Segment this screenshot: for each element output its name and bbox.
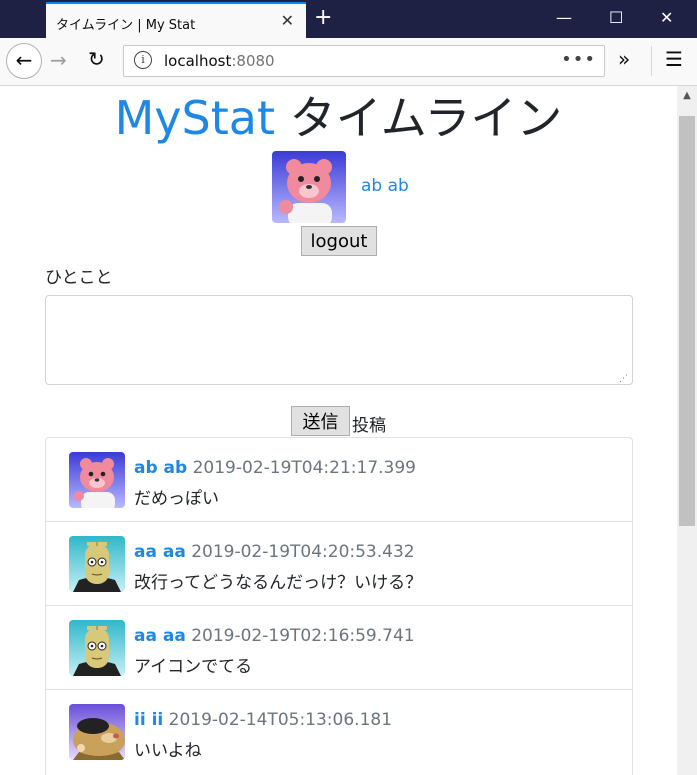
minimize-button[interactable]: —: [556, 8, 572, 28]
timeline-post: ab ab 2019-02-19T04:21:17.399 だめっぽい: [46, 438, 632, 522]
post-text: アイコンでてる: [134, 657, 253, 677]
url-bar[interactable]: i localhost:8080 •••: [123, 45, 605, 77]
send-button[interactable]: 送信: [291, 406, 350, 436]
post-text: いいよね: [134, 741, 202, 761]
overflow-menu-icon[interactable]: »: [618, 47, 630, 71]
toolbar-separator: [651, 46, 652, 76]
post-timestamp: 2019-02-19T04:21:17.399: [192, 458, 416, 478]
scroll-up-arrow-icon[interactable]: ▲: [677, 90, 697, 101]
window-titlebar: タイムライン | My Stat ✕ + — ☐ ✕: [0, 0, 697, 38]
navigation-toolbar: ← → ↻ i localhost:8080 ••• » ☰: [0, 38, 697, 86]
post-meta: ab ab 2019-02-19T04:21:17.399: [134, 458, 416, 478]
memo-label: ひとこと: [45, 268, 113, 288]
forward-button[interactable]: →: [50, 48, 67, 72]
back-arrow-icon: ←: [15, 48, 33, 72]
site-info-icon[interactable]: i: [134, 51, 152, 69]
pink-bear-icon: [69, 452, 125, 508]
profile-name-link[interactable]: ab ab: [361, 176, 409, 196]
tab-title: タイムライン | My Stat: [56, 18, 196, 33]
timeline-list: ab ab 2019-02-19T04:21:17.399 だめっぽい aa a…: [45, 437, 633, 775]
post-text: 改行ってどうなるんだっけ？いける？: [134, 573, 423, 593]
post-user-link[interactable]: ii ii: [134, 710, 163, 730]
page-actions-button[interactable]: •••: [561, 49, 596, 70]
post-meta: ii ii 2019-02-14T05:13:06.181: [134, 710, 392, 730]
page-title-text: タイムライン: [289, 91, 563, 145]
scrollbar-thumb[interactable]: [679, 116, 695, 526]
post-timestamp: 2019-02-19T02:16:59.741: [191, 626, 415, 646]
timeline-post: aa aa 2019-02-19T04:20:53.432 改行ってどうなるんだ…: [46, 522, 632, 606]
post-meta: aa aa 2019-02-19T02:16:59.741: [134, 626, 415, 646]
post-user-link[interactable]: ab ab: [134, 458, 187, 478]
timeline-post: aa aa 2019-02-19T02:16:59.741 アイコンでてる: [46, 606, 632, 690]
post-timestamp: 2019-02-19T04:20:53.432: [191, 542, 415, 562]
bald-man-icon: [69, 536, 125, 592]
post-timestamp: 2019-02-14T05:13:06.181: [168, 710, 393, 730]
post-text: だめっぽい: [134, 489, 219, 509]
post-meta: aa aa 2019-02-19T04:20:53.432: [134, 542, 415, 562]
page-content: MyStat タイムライン ab ab logout ひとこと ⋰ 送信 投稿: [0, 86, 677, 775]
hamburger-menu-icon[interactable]: ☰: [665, 47, 683, 71]
timeline-post: ii ii 2019-02-14T05:13:06.181 いいよね: [46, 690, 632, 774]
pink-bear-icon: [272, 151, 346, 223]
maximize-button[interactable]: ☐: [609, 8, 623, 28]
memo-textarea[interactable]: [45, 295, 633, 385]
post-user-link[interactable]: aa aa: [134, 542, 186, 562]
url-text[interactable]: localhost:8080: [164, 52, 275, 70]
back-button[interactable]: ←: [6, 43, 42, 79]
logout-button[interactable]: logout: [301, 226, 377, 256]
new-tab-button[interactable]: +: [314, 6, 332, 30]
send-suffix-text: 投稿: [352, 416, 386, 436]
browser-tab[interactable]: タイムライン | My Stat ✕: [46, 2, 306, 38]
vertical-scrollbar[interactable]: ▲: [677, 86, 697, 775]
bald-man-icon: [69, 620, 125, 676]
page-title: MyStat タイムライン: [0, 90, 677, 146]
brand-link[interactable]: MyStat: [115, 91, 275, 145]
close-window-button[interactable]: ✕: [660, 8, 673, 28]
tab-close-icon[interactable]: ✕: [281, 11, 294, 30]
post-user-link[interactable]: aa aa: [134, 626, 186, 646]
reload-button[interactable]: ↻: [88, 47, 105, 71]
mole-icon: [69, 704, 125, 760]
